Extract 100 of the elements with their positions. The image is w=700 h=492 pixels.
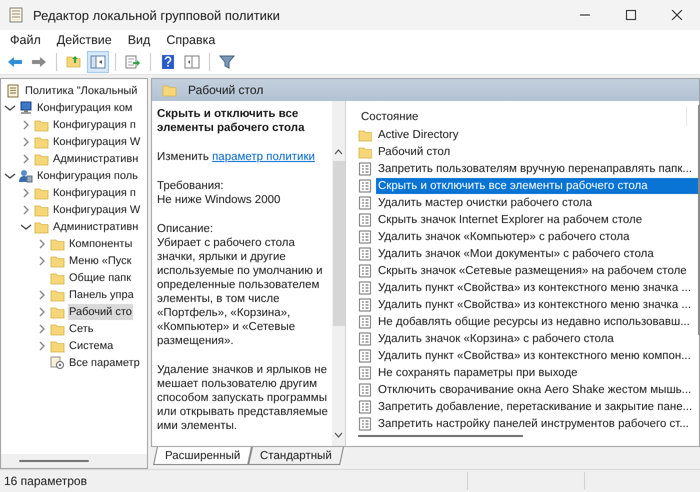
pane-icon	[90, 54, 106, 70]
list-item[interactable]: Active Directory	[376, 126, 461, 142]
tree-item[interactable]: Меню «Пуск	[68, 252, 132, 268]
folder-icon	[50, 338, 65, 352]
tree-item[interactable]: Конфигурация W	[52, 202, 142, 218]
scrollbar-thumb[interactable]	[358, 435, 523, 437]
folder-icon	[50, 288, 65, 302]
list-item[interactable]: Скрыть и отключить все элементы рабочего стола	[376, 178, 698, 194]
tree-item[interactable]: Административн	[52, 218, 140, 234]
list-item[interactable]: Запретить добавление, перетаскивание и закрытие пане...	[376, 398, 694, 414]
list-item[interactable]: Не добавлять общие ресурсы из недавно использовавш...	[376, 314, 692, 330]
filter-icon	[219, 54, 235, 70]
document-icon	[358, 298, 372, 312]
window-icon	[184, 54, 200, 70]
scrollbar-thumb[interactable]	[332, 161, 345, 326]
document-icon	[6, 84, 21, 98]
folder-icon	[50, 304, 65, 318]
folder-icon	[34, 186, 49, 200]
tree-item[interactable]: Конфигурация поль	[36, 168, 139, 184]
list-item[interactable]: Удалить значок «Компьютер» с рабочего стола	[376, 228, 632, 244]
tree-item[interactable]: Административн	[52, 150, 140, 166]
list-item[interactable]: Удалить значок «Корзина» с рабочего стола	[376, 330, 616, 346]
description-label: Описание:	[157, 222, 214, 236]
list-item[interactable]: Запретить пользователям вручную перенаправлять папк...	[376, 160, 694, 176]
back-arrow-icon	[7, 54, 23, 70]
folder-icon	[358, 128, 372, 142]
maximize-icon	[625, 10, 637, 20]
export-icon	[125, 54, 141, 70]
chevron-down-icon[interactable]	[3, 170, 17, 180]
document-icon	[358, 162, 372, 176]
chevron-down-icon[interactable]	[3, 102, 17, 112]
header-title: Рабочий стол	[188, 83, 264, 97]
description-text: Убирает с рабочего стола значки, ярлыки и другие используемые по умолчанию и определенные пользователем элементы, в том числе «Портфель», «Корзина», «Компьютер» и «Сетевые размещения».	[157, 236, 324, 348]
tree-item[interactable]: Панель упра	[68, 286, 135, 302]
column-header[interactable]: Состояние	[358, 107, 687, 126]
view-tab[interactable]: Стандартный	[248, 447, 344, 465]
folder-icon	[34, 134, 49, 148]
requirements-label: Требования:	[157, 179, 225, 193]
status-text: 16 параметров	[3, 474, 88, 488]
tree-item[interactable]: Общие папк	[68, 270, 132, 286]
list-item[interactable]: Удалить пункт «Свойства» из контекстного меню значка ...	[376, 280, 694, 296]
folder-icon	[34, 202, 49, 216]
tree-item[interactable]: Компоненты	[68, 236, 134, 252]
close-icon	[671, 10, 683, 20]
policy-title: Скрыть и отключить все элементы рабочего стола	[157, 107, 306, 135]
folder-arrow-icon	[66, 54, 82, 70]
user-icon	[18, 168, 33, 182]
folder-icon	[50, 322, 65, 336]
folder-icon	[50, 254, 65, 268]
forward-arrow-icon	[31, 54, 47, 70]
tree-item[interactable]: Конфигурация п	[52, 184, 137, 200]
scroll-up-icon[interactable]	[334, 149, 344, 155]
document-icon	[358, 280, 372, 294]
pane-button[interactable]	[87, 51, 109, 73]
list-item[interactable]: Скрыть значок «Сетевые размещения» на рабочем столе	[376, 262, 689, 278]
tree-item[interactable]: Сеть	[68, 320, 94, 336]
document-icon	[358, 178, 372, 192]
menu-item[interactable]: Действие	[48, 33, 120, 47]
tree-item[interactable]: Конфигурация п	[52, 116, 137, 132]
document-icon	[358, 264, 372, 278]
tree-item[interactable]: Политика "Локальный	[24, 82, 138, 98]
menu-item[interactable]: Вид	[120, 33, 158, 47]
folder-icon	[358, 144, 372, 158]
help-icon	[160, 54, 176, 70]
list-item[interactable]: Удалить пункт «Свойства» из контекстного меню компон...	[376, 348, 693, 364]
list-item[interactable]: Удалить значок «Мои документы» с рабочего стола	[376, 246, 656, 262]
scrollbar-thumb[interactable]	[698, 105, 700, 335]
document-icon	[358, 196, 372, 210]
requirements-text: Не ниже Windows 2000	[157, 193, 282, 207]
list-item[interactable]: Удалить пункт «Свойства» из контекстного меню значка ...	[376, 296, 694, 312]
tree-item[interactable]: Рабочий сто	[68, 304, 133, 320]
folder-icon	[34, 152, 49, 166]
document-icon	[358, 246, 372, 260]
policy-link[interactable]: параметр политики	[212, 151, 315, 163]
menu-item[interactable]: Файл	[2, 33, 49, 47]
document-icon	[358, 348, 372, 362]
tree-item[interactable]: Конфигурация ком	[36, 100, 134, 116]
view-tab[interactable]: Расширенный	[153, 447, 252, 465]
settings-icon	[50, 356, 65, 370]
list-item[interactable]: Скрыть значок Internet Explorer на рабочем столе	[376, 212, 644, 228]
scrollbar-thumb[interactable]	[19, 460, 89, 462]
list-item[interactable]: Рабочий стол	[376, 144, 452, 160]
tree-item[interactable]: Система	[68, 338, 114, 354]
window-title: Редактор локальной групповой политики	[33, 8, 280, 22]
scroll-down-icon[interactable]	[334, 432, 344, 438]
folder-icon	[162, 83, 178, 97]
folder-icon	[50, 270, 65, 284]
document-icon	[358, 332, 372, 346]
chevron-down-icon[interactable]	[19, 222, 33, 232]
document-icon	[358, 230, 372, 244]
list-item[interactable]: Запретить настройку панелей инструментов рабочего ст...	[376, 416, 691, 432]
document-icon	[358, 314, 372, 328]
menu-item[interactable]: Справка	[158, 33, 224, 47]
list-item[interactable]: Отключить сворачивание окна Aero Shake жестом мышь...	[376, 382, 694, 398]
tree-item[interactable]: Конфигурация W	[52, 134, 142, 150]
list-item[interactable]: Не сохранять параметры при выходе	[376, 364, 580, 380]
computer-icon	[18, 100, 33, 114]
folder-icon	[34, 118, 49, 132]
tree-item[interactable]: Все параметр	[68, 354, 141, 370]
list-item[interactable]: Удалить мастер очистки рабочего стола	[376, 194, 594, 210]
